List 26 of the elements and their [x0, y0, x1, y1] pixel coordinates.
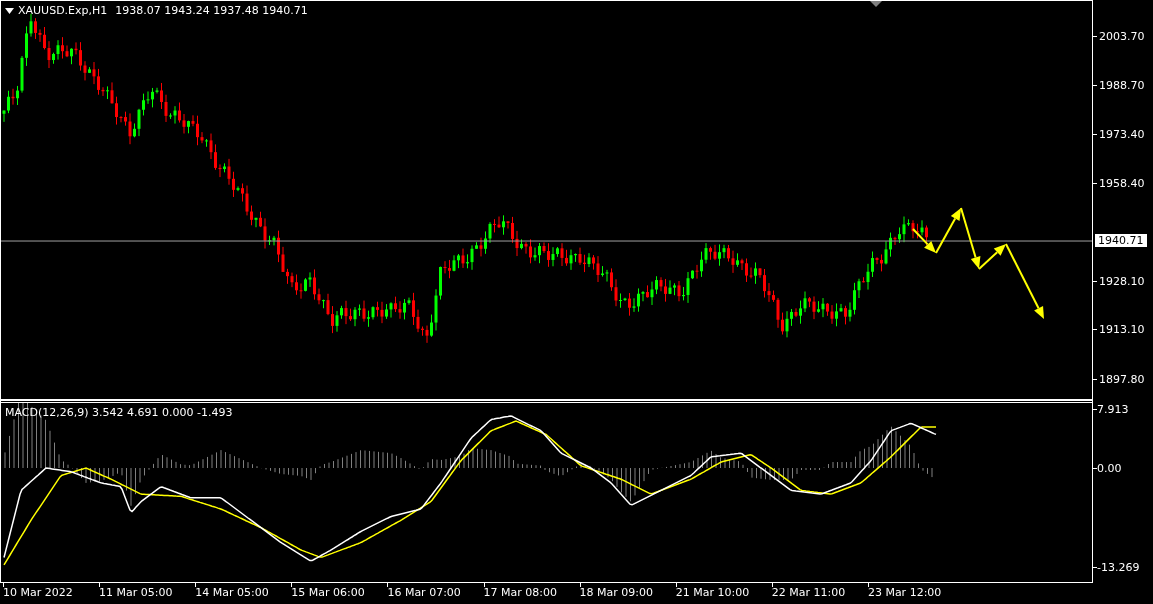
- price-axis-label: 2003.70: [1099, 30, 1145, 43]
- time-axis-label: 15 Mar 06:00: [291, 586, 365, 599]
- time-axis-label: 18 Mar 09:00: [579, 586, 654, 599]
- symbol-label: XAUUSD.Exp,H1: [18, 3, 108, 19]
- macd-axis-label: 0.00: [1097, 462, 1122, 475]
- price-axis-label: 1988.70: [1099, 78, 1145, 92]
- macd-indicator-label: MACD(12,26,9) 3.542 4.691 0.000 -1.493: [5, 405, 233, 421]
- time-axis-label: 10 Mar 2022: [3, 586, 73, 599]
- price-axis-label: 1897.80: [1099, 373, 1145, 386]
- dropdown-triangle-icon[interactable]: [5, 8, 14, 15]
- time-axis-label: 11 Mar 05:00: [99, 586, 173, 599]
- time-axis-label: 16 Mar 07:00: [387, 586, 461, 599]
- chart-shift-marker-icon[interactable]: [870, 1, 882, 7]
- price-axis-label: 1928.10: [1099, 274, 1145, 288]
- time-axis-label: 14 Mar 05:00: [195, 586, 269, 599]
- price-axis-label: 1958.40: [1099, 176, 1145, 190]
- time-axis-label: 23 Mar 12:00: [867, 586, 942, 599]
- macd-axis-label: -13.269: [1097, 560, 1140, 574]
- macd-axis-label: 7.913: [1097, 403, 1129, 416]
- ohlc-values: 1938.07 1943.24 1937.48 1940.71: [115, 3, 308, 19]
- price-axis-label: 1913.10: [1099, 323, 1145, 337]
- time-axis-label: 22 Mar 11:00: [771, 586, 846, 599]
- time-axis-label: 21 Mar 10:00: [675, 586, 750, 599]
- price-axis-label: 1973.40: [1099, 128, 1145, 142]
- time-axis-label: 17 Mar 08:00: [483, 586, 557, 599]
- current-price-label: 1940.71: [1095, 234, 1147, 247]
